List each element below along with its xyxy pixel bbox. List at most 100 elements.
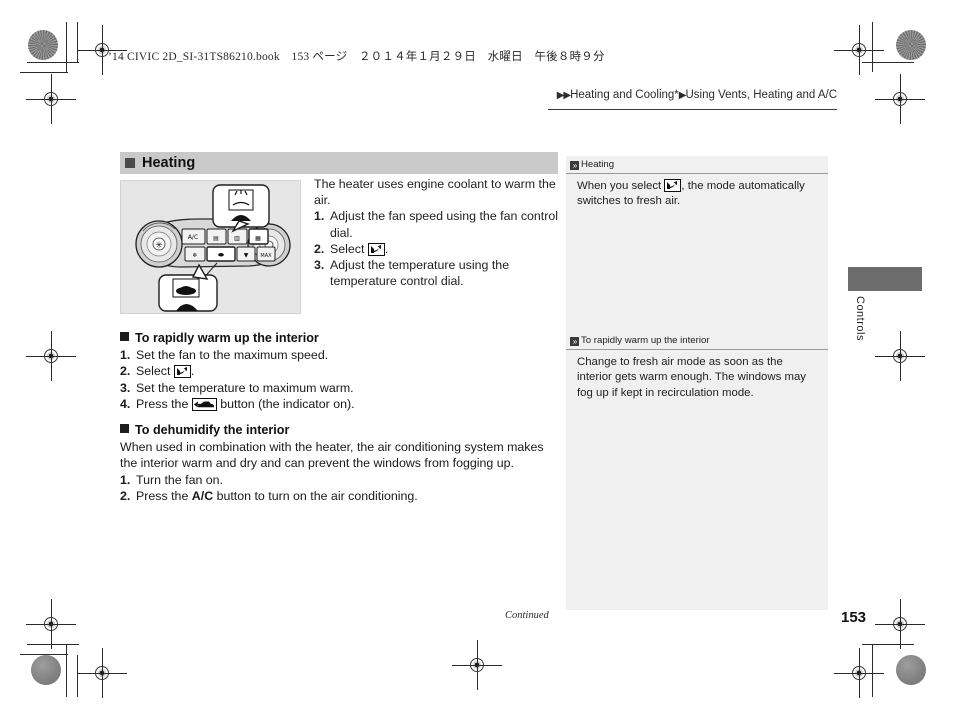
step-text: Set the temperature to maximum warm. bbox=[136, 380, 354, 395]
svg-text:▤: ▤ bbox=[213, 235, 219, 242]
square-bullet-icon bbox=[120, 424, 129, 433]
chevron-double-right-icon: » bbox=[570, 161, 579, 170]
halftone-dot-top-right bbox=[896, 30, 926, 60]
left-content-column: Heating bbox=[120, 152, 558, 174]
registration-mark-br-b bbox=[834, 648, 884, 698]
step-number: 1. bbox=[120, 472, 131, 487]
crop-line-tr-h1 bbox=[862, 62, 914, 63]
ac-button-label: A/C bbox=[191, 488, 214, 503]
sidebar-note-2: » To rapidly warm up the interior Change … bbox=[566, 332, 828, 401]
step-text: Set the fan to the maximum speed. bbox=[136, 348, 329, 363]
halftone-dot-bottom-right bbox=[896, 655, 926, 685]
climate-control-figure: ✳ A/C ▤ ▥ ▦ ❄ ⬬ ▼ MAX bbox=[120, 180, 301, 314]
list-item: 2. Select . bbox=[314, 241, 559, 257]
rapid-warm-block: To rapidly warm up the interior 1. Set th… bbox=[120, 330, 558, 412]
svg-text:❄: ❄ bbox=[192, 252, 197, 259]
rapid-warm-heading: To rapidly warm up the interior bbox=[120, 330, 558, 346]
section-heading-label: Heating bbox=[142, 155, 196, 171]
climate-control-illustration: ✳ A/C ▤ ▥ ▦ ❄ ⬬ ▼ MAX bbox=[121, 181, 300, 313]
crop-line-tl-h2 bbox=[20, 72, 68, 73]
book-file-header: ’14 CIVIC 2D_SI-31TS86210.book 153 ページ ２… bbox=[108, 51, 605, 63]
step-number: 2. bbox=[120, 364, 131, 379]
registration-mark-bl-b bbox=[77, 648, 127, 698]
svg-text:⬬: ⬬ bbox=[218, 251, 224, 259]
heating-body-text: The heater uses engine coolant to warm t… bbox=[314, 176, 559, 289]
step-number: 4. bbox=[120, 396, 131, 411]
sidebar-note-2-body: Change to fresh air mode as soon as the … bbox=[577, 356, 806, 399]
sidebar-note-1-text-pre: When you select bbox=[577, 180, 665, 192]
sidebar-note-1: » Heating When you select , the mode auto… bbox=[566, 156, 828, 210]
svg-text:✳: ✳ bbox=[155, 241, 163, 251]
list-item: 3. Set the temperature to maximum warm. bbox=[120, 380, 558, 396]
crop-line-bl-h1 bbox=[27, 644, 79, 645]
dehumidify-heading-label: To dehumidify the interior bbox=[135, 423, 290, 437]
crop-line-bl-v2 bbox=[77, 655, 78, 697]
registration-mark-tr-b bbox=[875, 74, 925, 124]
crop-line-br-v1 bbox=[872, 645, 873, 697]
breadcrumb-parent[interactable]: Heating and Cooling bbox=[570, 89, 674, 101]
crop-line-tl-h1 bbox=[27, 62, 79, 63]
step-text: Turn the fan on. bbox=[136, 472, 224, 487]
step-text: Select bbox=[136, 364, 174, 379]
step-text-post: button (the indicator on). bbox=[216, 396, 355, 411]
registration-mark-ml bbox=[26, 331, 76, 381]
step-text: Select bbox=[330, 241, 368, 256]
svg-text:▼: ▼ bbox=[244, 252, 249, 259]
svg-text:▥: ▥ bbox=[234, 235, 240, 242]
step-number: 2. bbox=[314, 241, 325, 256]
crop-line-tl-v1 bbox=[66, 22, 67, 72]
list-item: 3. Adjust the temperature using the tempe… bbox=[314, 257, 559, 289]
registration-mark-tl-b bbox=[26, 74, 76, 124]
sidebar-note-1-body: When you select , the mode automatically… bbox=[566, 174, 828, 210]
chapter-tab-label: Controls bbox=[854, 296, 866, 341]
square-bullet-icon bbox=[120, 332, 129, 341]
dehumidify-block: To dehumidify the interior When used in … bbox=[120, 422, 558, 504]
breadcrumb-current[interactable]: Using Vents, Heating and A/C bbox=[685, 89, 837, 101]
list-item: 1. Turn the fan on. bbox=[120, 472, 558, 488]
crop-line-bl-v1 bbox=[66, 645, 67, 697]
halftone-dot-bottom-left bbox=[31, 655, 61, 685]
registration-mark-tr-a bbox=[834, 25, 884, 75]
crop-line-br-h1 bbox=[862, 644, 914, 645]
mode-floor-icon bbox=[664, 179, 682, 192]
step-number: 1. bbox=[120, 348, 131, 363]
heating-steps-list: 1. Adjust the fan speed using the fan con… bbox=[314, 208, 559, 289]
list-item: 1. Set the fan to the maximum speed. bbox=[120, 347, 558, 363]
section-heading-heating: Heating bbox=[120, 152, 558, 174]
registration-mark-br-a bbox=[875, 599, 925, 649]
sidebar-note-2-heading: » To rapidly warm up the interior bbox=[566, 332, 828, 349]
step-number: 1. bbox=[314, 209, 325, 224]
step-number: 3. bbox=[120, 380, 131, 395]
crop-line-bl-h2 bbox=[20, 654, 68, 655]
step-number: 2. bbox=[120, 488, 131, 503]
svg-text:▦: ▦ bbox=[255, 235, 261, 242]
sidebar-note-1-heading: » Heating bbox=[566, 156, 828, 173]
breadcrumb: ▶▶Heating and Cooling*▶Using Vents, Heat… bbox=[557, 89, 837, 101]
rapid-warm-heading-label: To rapidly warm up the interior bbox=[135, 331, 319, 345]
halftone-dot-top-left bbox=[28, 30, 58, 60]
callout-bubble-top bbox=[212, 184, 270, 233]
svg-text:MAX: MAX bbox=[260, 253, 272, 259]
step-text: Adjust the temperature using the tempera… bbox=[330, 258, 510, 289]
sidebar-note-2-heading-label: To rapidly warm up the interior bbox=[581, 335, 710, 346]
step-text: Press the bbox=[136, 488, 192, 503]
breadcrumb-double-arrow-icon: ▶▶ bbox=[556, 90, 571, 101]
crop-line-tl-v2 bbox=[77, 22, 78, 62]
heating-intro: The heater uses engine coolant to warm t… bbox=[314, 177, 556, 208]
page-number: 153 bbox=[841, 609, 867, 626]
list-item: 2. Press the A/C button to turn on the ai… bbox=[120, 488, 558, 504]
crop-line-tr-v1 bbox=[872, 22, 873, 72]
square-bullet-icon bbox=[125, 158, 135, 168]
dehumidify-heading: To dehumidify the interior bbox=[120, 422, 558, 438]
step-number: 3. bbox=[314, 258, 325, 273]
chevron-double-right-icon: » bbox=[570, 337, 579, 346]
registration-mark-mr bbox=[875, 331, 925, 381]
registration-mark-bl-a bbox=[26, 599, 76, 649]
chapter-tab-block bbox=[848, 267, 922, 291]
breadcrumb-divider bbox=[548, 109, 837, 110]
rapid-warm-steps-list: 1. Set the fan to the maximum speed. 2. Se… bbox=[120, 347, 558, 412]
sidebar-notes-panel: » Heating When you select , the mode auto… bbox=[566, 156, 828, 610]
step-text: Press the bbox=[136, 396, 192, 411]
dehumidify-steps-list: 1. Turn the fan on. 2. Press the A/C butto… bbox=[120, 472, 558, 504]
step-text-post: . bbox=[190, 364, 195, 379]
